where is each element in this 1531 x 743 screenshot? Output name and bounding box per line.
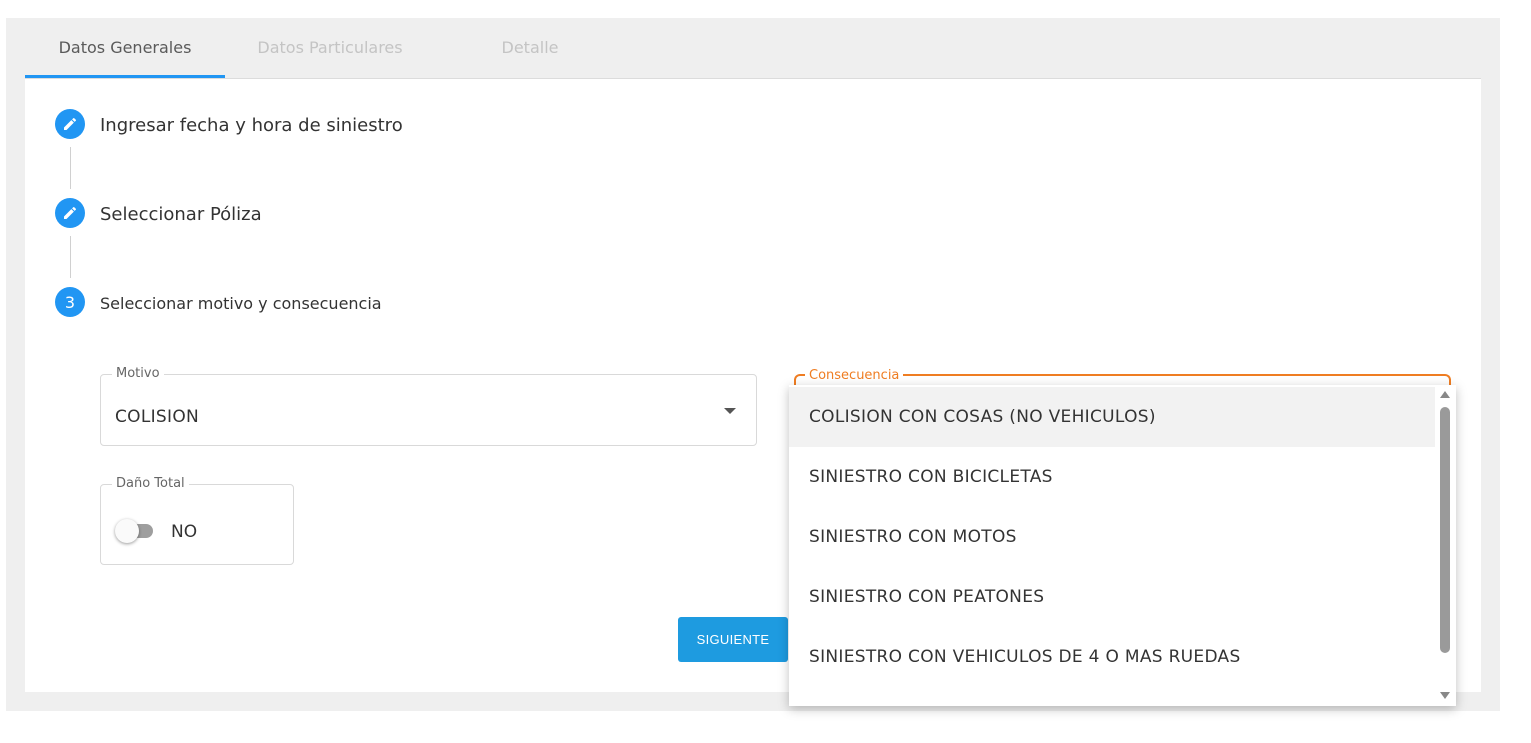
next-button[interactable]: SIGUIENTE [678,617,788,662]
option-siniestro-con-bicicletas[interactable]: SINIESTRO CON BICICLETAS [789,447,1435,507]
scrollbar-thumb[interactable] [1440,407,1450,653]
step-3-label: Seleccionar motivo y consecuencia [100,294,382,313]
dano-total-toggle[interactable] [115,519,161,543]
pencil-icon[interactable] [55,109,85,139]
step-connector [70,236,71,278]
option-siniestro-con-peatones[interactable]: SINIESTRO CON PEATONES [789,567,1435,627]
scroll-up-arrow-icon[interactable] [1440,391,1450,398]
dano-total-value: NO [171,522,198,542]
motivo-legend: Motivo [112,366,164,381]
tab-detalle[interactable]: Detalle [445,18,615,78]
motivo-select[interactable]: Motivo COLISION [100,366,757,446]
active-tab-indicator [25,75,225,78]
option-siniestro-con-vehiculos[interactable]: SINIESTRO CON VEHICULOS DE 4 O MAS RUEDA… [789,627,1435,687]
step-3-number: 3 [55,287,85,317]
tab-datos-particulares[interactable]: Datos Particulares [230,18,430,78]
dano-total-legend: Daño Total [112,476,189,491]
dano-total-field: Daño Total NO [100,476,294,565]
toggle-thumb [115,519,139,543]
pencil-icon[interactable] [55,198,85,228]
option-siniestro-con-motos[interactable]: SINIESTRO CON MOTOS [789,507,1435,567]
option-colision-con-cosas[interactable]: COLISION CON COSAS (NO VEHICULOS) [789,387,1435,447]
tab-bar: Datos Generales Datos Particulares Detal… [25,18,1481,79]
consecuencia-legend: Consecuencia [805,368,904,383]
chevron-down-icon[interactable] [724,408,736,414]
tab-datos-generales[interactable]: Datos Generales [25,18,225,78]
consecuencia-dropdown: COLISION CON COSAS (NO VEHICULOS) SINIES… [789,385,1456,706]
step-connector [70,147,71,189]
step-1-label[interactable]: Ingresar fecha y hora de siniestro [100,115,403,136]
step-2-label[interactable]: Seleccionar Póliza [100,204,262,225]
motivo-value: COLISION [115,407,200,427]
scroll-down-arrow-icon[interactable] [1440,692,1450,699]
